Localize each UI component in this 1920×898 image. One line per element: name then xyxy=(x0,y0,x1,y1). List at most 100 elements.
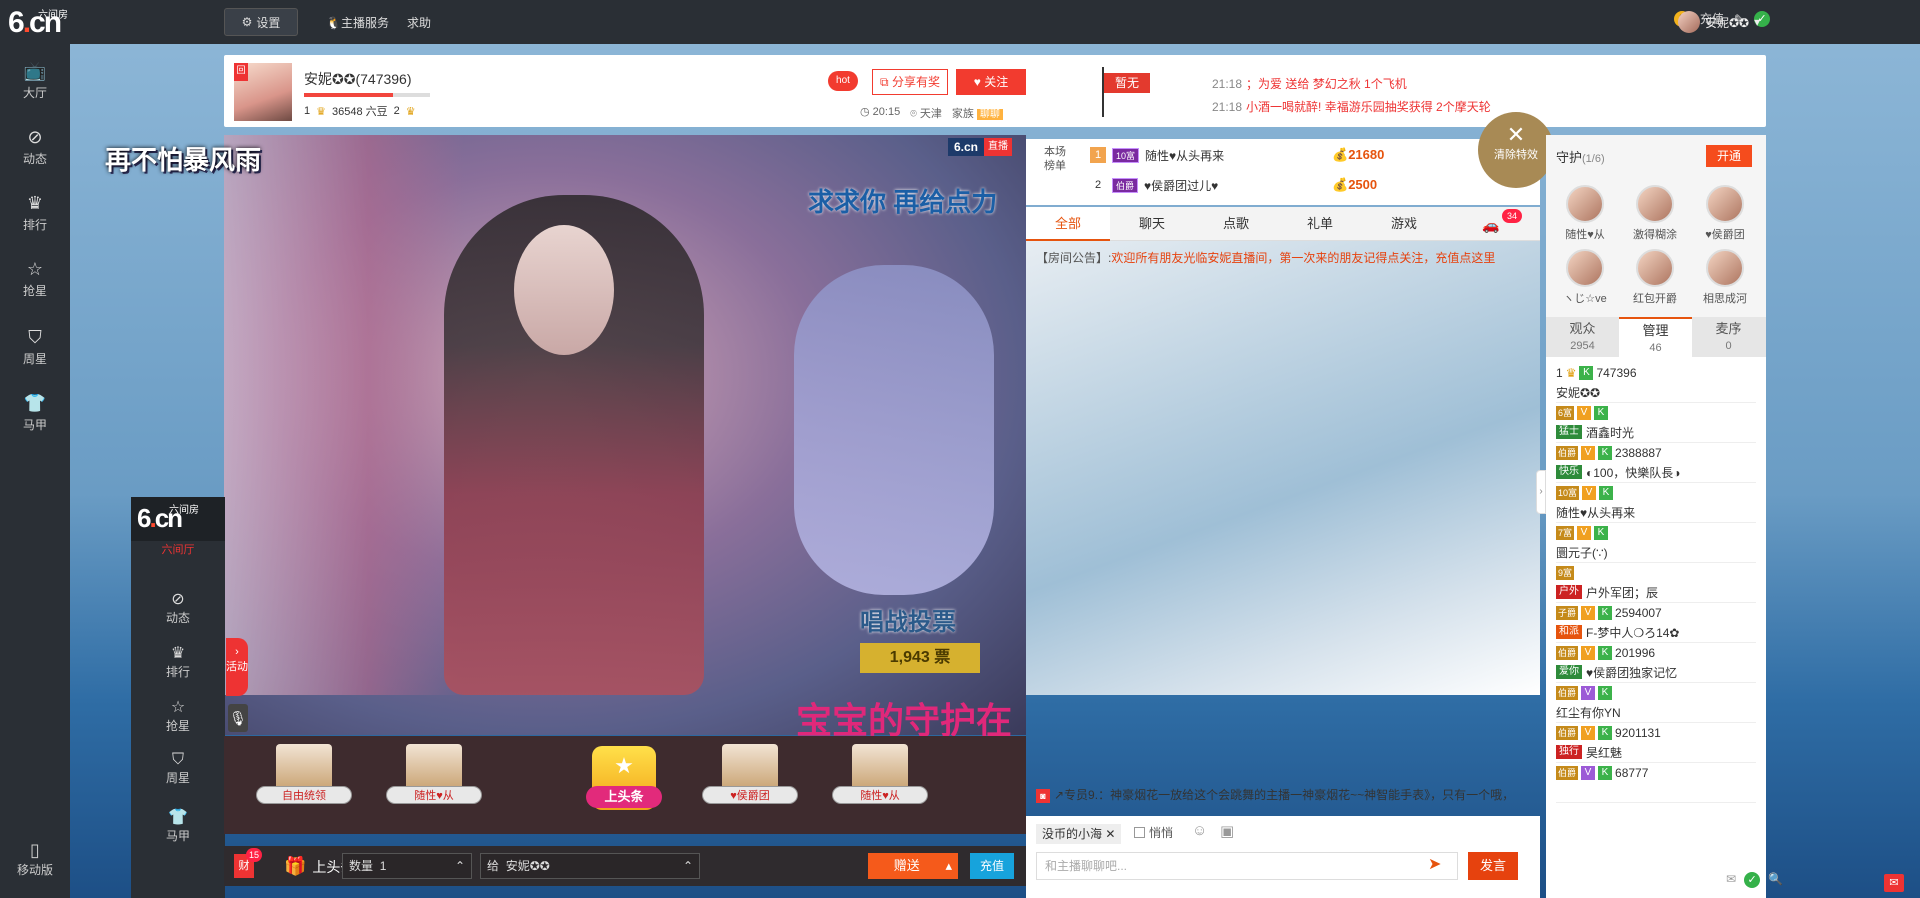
recharge-button[interactable]: 充值 xyxy=(970,853,1014,879)
guard-item[interactable]: 红包开爵 xyxy=(1622,249,1688,306)
image-icon[interactable]: ▣ xyxy=(1220,822,1234,840)
video-teddy-bear xyxy=(794,265,994,595)
gift-icon: 🎁 xyxy=(284,856,307,876)
list-item[interactable]: 10富 V K 随性♥从头再来 xyxy=(1556,483,1756,523)
vote-widget[interactable]: 唱战投票 1,943 票 xyxy=(860,602,1008,684)
floating-logo[interactable]: 6.cn 六间房 xyxy=(131,497,225,541)
list-item[interactable]: 伯爵 V K 红尘有你YN xyxy=(1556,683,1756,723)
nav-item-week-star[interactable]: ⛉ 周星 xyxy=(0,324,70,378)
anchor-meta: ◷ 20:15 ⌾ 天津 家族 聊聊 xyxy=(860,105,1003,121)
nav-item-vest[interactable]: 👕 马甲 xyxy=(0,390,70,444)
floating-nav-dynamic[interactable]: ⊘ 动态 xyxy=(131,589,225,626)
mention-chip[interactable]: 没币的小海 ✕ xyxy=(1036,824,1122,844)
compass-icon: ⊘ xyxy=(171,591,185,608)
paper-plane-icon[interactable]: ➤ xyxy=(1428,854,1441,874)
list-item[interactable]: 9富 户外 户外军团；辰 xyxy=(1556,563,1756,603)
tab-song[interactable]: 点歌 xyxy=(1194,207,1278,241)
send-gift-button[interactable]: 赠送 ▴ xyxy=(868,853,958,879)
collapse-panel-handle[interactable]: › xyxy=(1536,470,1546,514)
nav-item-dynamic[interactable]: ⊘ 动态 xyxy=(0,124,70,178)
rank-slot[interactable]: ♥侯爵团 xyxy=(700,744,800,830)
anchor-family[interactable]: 家族 聊聊 xyxy=(952,105,1003,121)
chat-input[interactable]: 和主播聊聊吧... xyxy=(1036,852,1458,880)
mic-button[interactable]: 🎙 xyxy=(228,704,248,732)
guard-item[interactable]: 随性♥从 xyxy=(1552,185,1618,242)
tab-all[interactable]: 全部 xyxy=(1026,207,1110,241)
list-item[interactable]: 伯爵 V K 9201131 独行 昊红魅 xyxy=(1556,723,1756,763)
crown-icon: ♛ xyxy=(316,105,326,118)
guard-item[interactable]: ヽじ☆ve xyxy=(1552,249,1618,306)
nav-item-ranking[interactable]: ♛ 排行 xyxy=(0,190,70,244)
floating-nav-vest[interactable]: 👕 马甲 xyxy=(131,807,225,844)
viewer-tabs: 观众 2954 管理 46 麦序 0 xyxy=(1546,317,1766,357)
room-notice[interactable]: 【房间公告】:欢迎所有朋友光临安妮直播间，第一次来的朋友记得点关注，充值点这里 xyxy=(1036,249,1530,266)
car-icon[interactable]: 🚗 xyxy=(1482,217,1499,234)
user-menu[interactable]: 安妮✪✪ ▾ xyxy=(1678,11,1760,33)
anchor-tag: 回 xyxy=(234,63,248,81)
open-guard-button[interactable]: 开通 xyxy=(1706,145,1752,167)
list-item[interactable]: 子爵 V K 2594007 和派 F-梦中人❍ろ14✿ xyxy=(1556,603,1756,643)
tv-icon: 📺 xyxy=(23,61,47,81)
floating-nav-grab-star[interactable]: ☆ 抢星 xyxy=(131,697,225,734)
clear-effects-button[interactable]: ✕ 清除特效 xyxy=(1478,112,1554,188)
session-rank-board: 本场榜单 1 10富 随性♥从头再来 💰21680 2 伯爵 ♥侯爵团过儿♥ 💰… xyxy=(1026,139,1540,205)
floating-nav-ranking[interactable]: ♛ 排行 xyxy=(131,643,225,680)
tab-gifts[interactable]: 礼单 xyxy=(1278,207,1362,241)
message-icon[interactable]: ✉ xyxy=(1884,874,1904,892)
rank-amount: 💰2500 xyxy=(1332,177,1378,192)
mail-icon[interactable]: ✉ xyxy=(1726,872,1736,888)
floating-nav-week-star[interactable]: ⛉ 周星 xyxy=(131,751,225,786)
share-button[interactable]: ⧉ 分享有奖 xyxy=(872,69,948,95)
rank-slot[interactable]: 随性♥从 xyxy=(830,744,930,830)
rank-row[interactable]: 1 10富 随性♥从头再来 xyxy=(1090,141,1224,169)
rank-slot[interactable]: 自由统领 xyxy=(254,744,354,830)
emoji-icon[interactable]: ☺ xyxy=(1192,822,1207,839)
list-item[interactable]: 伯爵 V K 2388887 快乐 ◐100，快樂队長◑ xyxy=(1556,443,1756,483)
nav-item-grab-star[interactable]: ☆ 抢星 xyxy=(0,256,70,310)
chat-messages[interactable]: 【房间公告】:欢迎所有朋友光临安妮直播间，第一次来的朋友记得点关注，充值点这里 xyxy=(1026,241,1540,695)
fan-message-overlay: 求求你 再给点力 xyxy=(808,187,998,217)
list-item[interactable]: 7富 V K 圜元子(∵) xyxy=(1556,523,1756,563)
zoom-icon[interactable]: 🔍 xyxy=(1768,872,1783,888)
help-link[interactable]: 求助 xyxy=(407,14,431,31)
rank-row[interactable]: 2 伯爵 ♥侯爵团过儿♥ xyxy=(1090,171,1218,199)
activity-tab[interactable]: › 活动 xyxy=(226,638,248,696)
logo-subtext: 六间房 xyxy=(38,10,68,21)
settings-button[interactable]: ⚙ 设置 xyxy=(224,8,298,36)
tab-chat[interactable]: 聊天 xyxy=(1110,207,1194,241)
guard-item[interactable]: 相思成河 xyxy=(1692,249,1758,306)
nav-item-mobile[interactable]: ▯ 移动版 xyxy=(0,840,70,878)
recipient-field[interactable]: 给 安妮✪✪ ⌃ xyxy=(480,853,700,879)
guard-item[interactable]: ♥侯爵团 xyxy=(1692,185,1758,242)
basket-icon: ⛉ xyxy=(28,327,42,347)
list-item[interactable]: 6富 V K 猛士 酒鑫时光 xyxy=(1556,403,1756,443)
tab-games[interactable]: 游戏 xyxy=(1362,207,1446,241)
car-count-badge: 34 xyxy=(1502,209,1522,223)
list-item[interactable]: 1 ♛ K 747396 安妮✪✪ xyxy=(1556,363,1756,403)
tab-mic-queue[interactable]: 麦序 0 xyxy=(1692,317,1765,357)
follow-button[interactable]: ♥ 关注 xyxy=(956,69,1026,95)
tab-admins[interactable]: 管理 46 xyxy=(1619,317,1692,357)
tab-audience[interactable]: 观众 2954 xyxy=(1546,317,1619,357)
guard-title: 守护(1/6) xyxy=(1556,150,1605,165)
headline-button[interactable]: ★ 上头条 xyxy=(586,746,662,810)
compass-icon: ⊘ xyxy=(27,127,43,147)
nav-item-lobby[interactable]: 📺 大厅 xyxy=(0,58,70,112)
list-item[interactable]: 伯爵 V K 68777 xyxy=(1556,763,1756,803)
viewer-list[interactable]: 1 ♛ K 747396 安妮✪✪ 6富 V K 猛士 酒鑫时光 伯爵 V K 2388887 快… xyxy=(1546,357,1766,898)
anchor-service-link[interactable]: 🐧主播服务 xyxy=(326,14,389,31)
anchor-avatar[interactable]: 回 xyxy=(234,63,292,121)
rank-slot[interactable]: 随性♥从 xyxy=(384,744,484,830)
floating-lobby[interactable]: 六间厅 xyxy=(131,541,225,557)
guard-item[interactable]: 激得糊涂 xyxy=(1622,185,1688,242)
list-item[interactable]: 伯爵 V K 201996 爱你 ♥侯爵团独家记忆 xyxy=(1556,643,1756,683)
send-message-button[interactable]: 发言 xyxy=(1468,852,1518,880)
site-logo[interactable]: 6.cn 六间房 xyxy=(8,4,70,40)
whisper-toggle[interactable]: 悄悄 xyxy=(1134,824,1173,841)
left-nav: 📺 大厅 ⊘ 动态 ♛ 排行 ☆ 抢星 ⛉ 周星 👕 马甲 ▯ 移动版 xyxy=(0,44,70,898)
chat-input-area: 没币的小海 ✕ 悄悄 ☺ ▣ 和主播聊聊吧... ➤ 发言 xyxy=(1026,816,1540,898)
quantity-field[interactable]: 数量 1 ⌃ xyxy=(342,853,472,879)
online-icon[interactable]: ✓ xyxy=(1744,872,1761,888)
hot-badge: hot xyxy=(828,71,858,91)
rich-button[interactable]: 财 15 xyxy=(234,848,262,878)
